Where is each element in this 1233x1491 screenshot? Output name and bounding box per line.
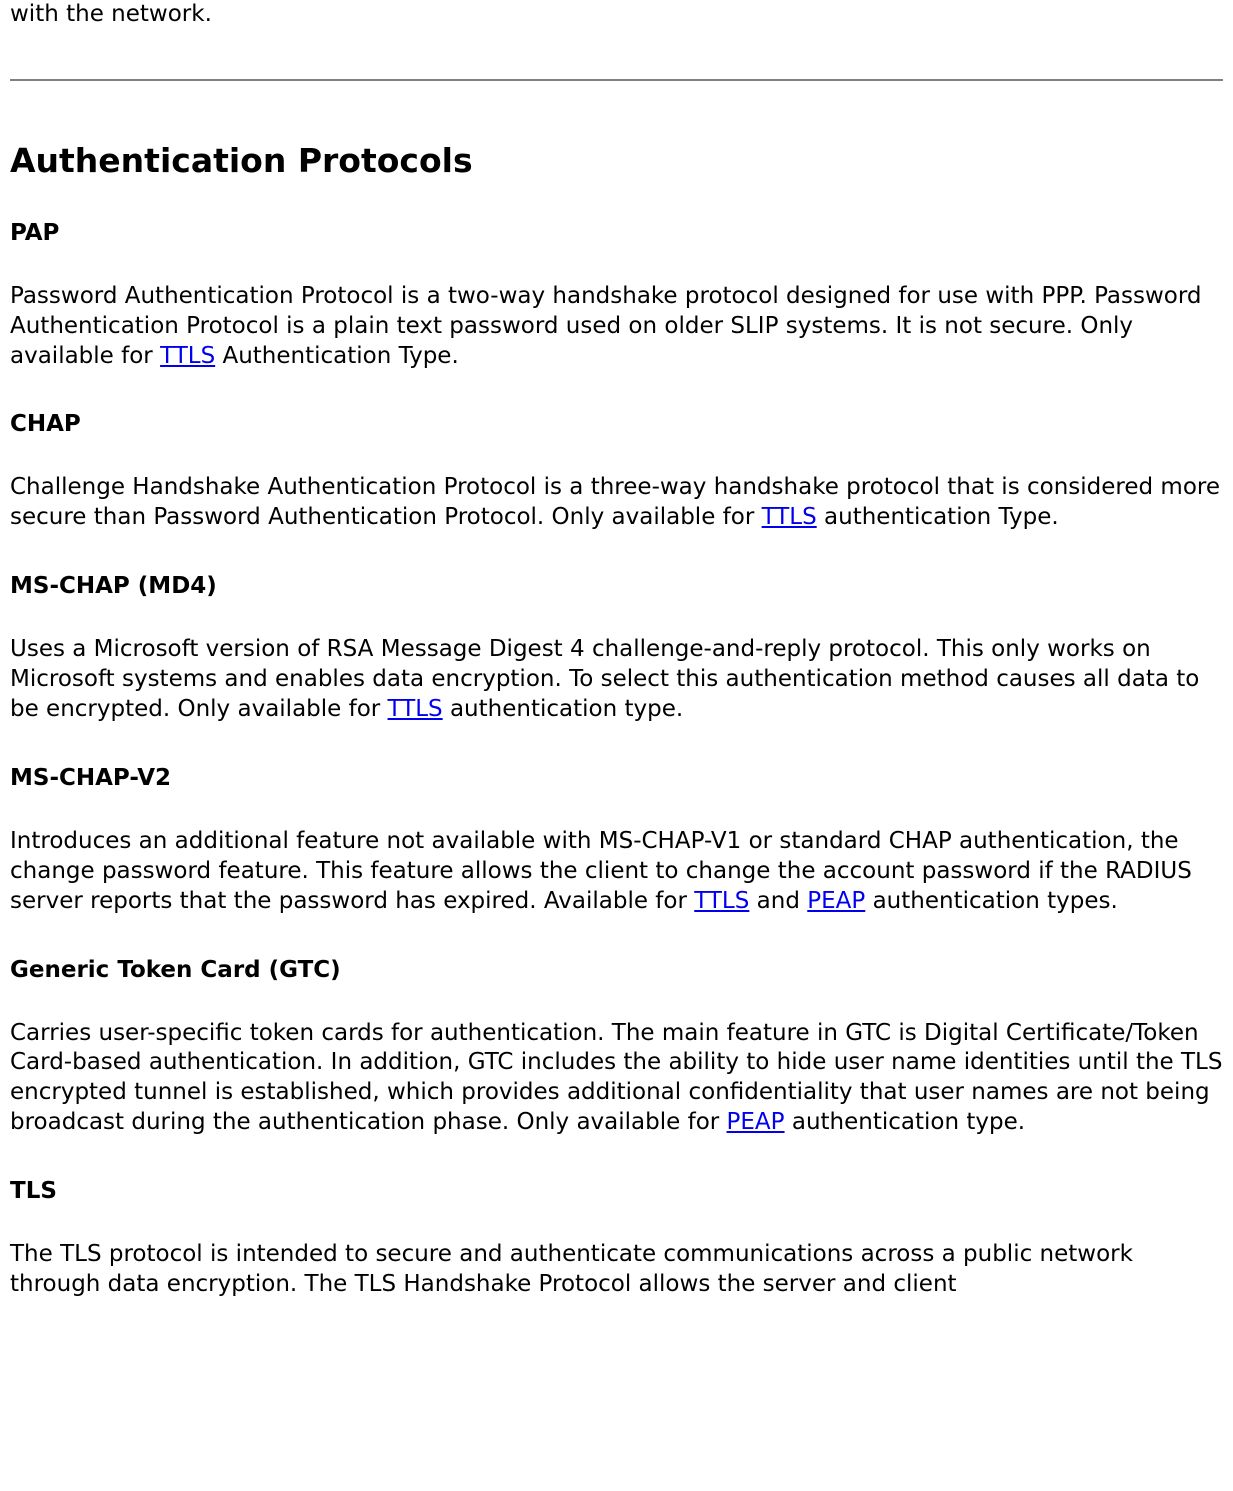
text: Authentication Type.	[215, 343, 459, 369]
link-ttls[interactable]: TTLS	[160, 343, 215, 369]
link-ttls[interactable]: TTLS	[694, 888, 749, 914]
text: authentication type.	[785, 1109, 1026, 1135]
link-peap[interactable]: PEAP	[727, 1109, 785, 1135]
section-divider	[10, 79, 1223, 81]
paragraph-mschap: Uses a Microsoft version of RSA Message …	[10, 635, 1223, 725]
heading-mschapv2: MS-CHAP-V2	[10, 765, 1223, 791]
text: authentication Type.	[817, 504, 1059, 530]
heading-tls: TLS	[10, 1178, 1223, 1204]
document-page: with the network. Authentication Protoco…	[0, 0, 1233, 1300]
text: authentication types.	[865, 888, 1118, 914]
leadin-fragment: with the network.	[10, 0, 1223, 29]
text: and	[749, 888, 807, 914]
paragraph-gtc: Carries user-specific token cards for au…	[10, 1019, 1223, 1139]
text: authentication type.	[443, 696, 684, 722]
heading-pap: PAP	[10, 220, 1223, 246]
paragraph-tls: The TLS protocol is intended to secure a…	[10, 1240, 1223, 1300]
link-ttls[interactable]: TTLS	[388, 696, 443, 722]
paragraph-pap: Password Authentication Protocol is a tw…	[10, 282, 1223, 372]
paragraph-mschapv2: Introduces an additional feature not ava…	[10, 827, 1223, 917]
heading-chap: CHAP	[10, 411, 1223, 437]
paragraph-chap: Challenge Handshake Authentication Proto…	[10, 473, 1223, 533]
heading-mschap: MS-CHAP (MD4)	[10, 573, 1223, 599]
link-ttls[interactable]: TTLS	[762, 504, 817, 530]
section-title: Authentication Protocols	[10, 141, 1223, 180]
heading-gtc: Generic Token Card (GTC)	[10, 957, 1223, 983]
text: Carries user-specific token cards for au…	[10, 1020, 1222, 1136]
link-peap[interactable]: PEAP	[807, 888, 865, 914]
